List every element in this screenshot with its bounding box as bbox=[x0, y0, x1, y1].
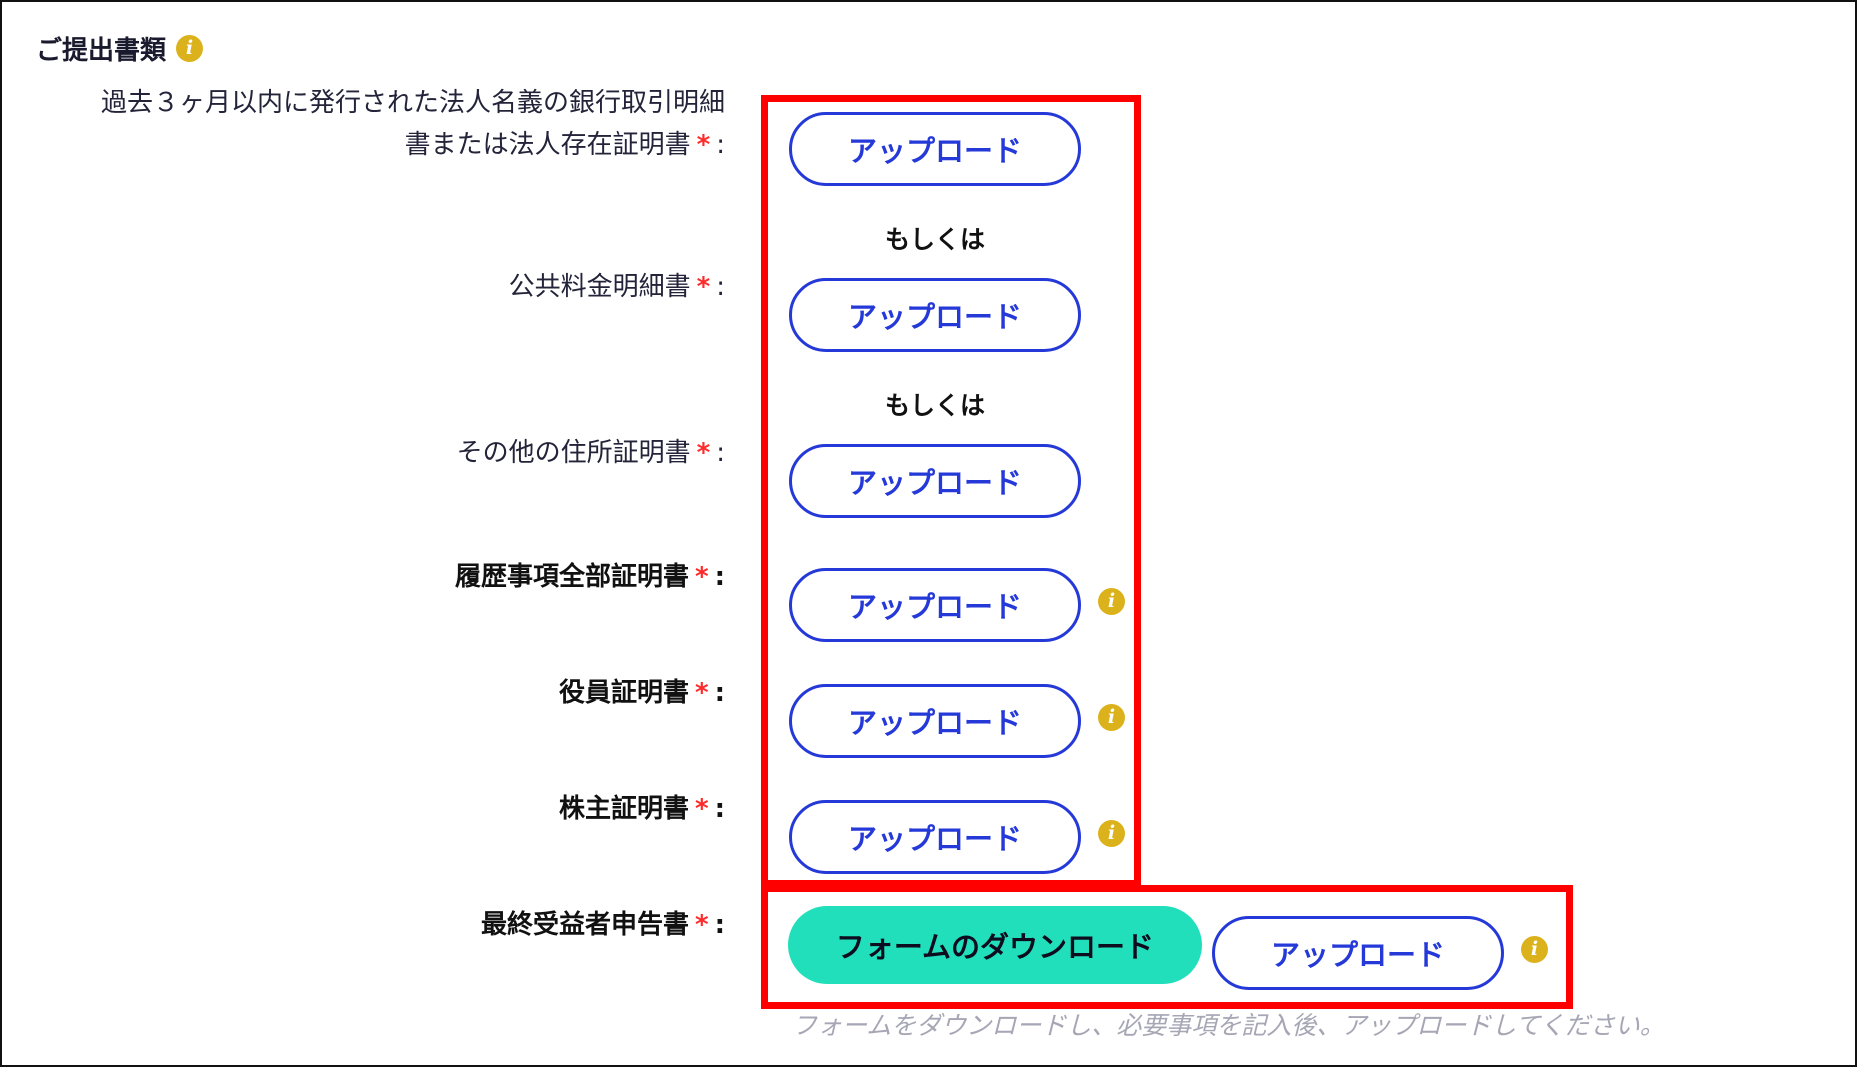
required-mark: * bbox=[694, 910, 709, 940]
label-colon: : bbox=[716, 130, 725, 160]
label-officer-certificate: 役員証明書 *: bbox=[559, 672, 725, 714]
label-registry-certificate: 履歴事項全部証明書 *: bbox=[455, 556, 725, 598]
label-colon: : bbox=[714, 910, 725, 940]
label-beneficial-owner-declaration-text: 最終受益者申告書 bbox=[480, 910, 689, 940]
label-beneficial-owner-declaration: 最終受益者申告書 *: bbox=[481, 904, 725, 946]
label-officer-certificate-text: 役員証明書 bbox=[558, 678, 689, 708]
required-mark: * bbox=[696, 438, 711, 468]
required-mark: * bbox=[694, 562, 709, 592]
label-other-address-proof: その他の住所証明書 *: bbox=[457, 432, 725, 474]
required-mark: * bbox=[694, 794, 709, 824]
label-colon: : bbox=[714, 562, 725, 592]
label-utility-bill: 公共料金明細書 *: bbox=[509, 266, 725, 308]
download-hint-text: フォームをダウンロードし、必要事項を記入後、アップロードしてください。 bbox=[792, 1011, 1665, 1040]
info-icon[interactable]: i bbox=[176, 35, 204, 62]
highlight-box-beneficial-owner-row bbox=[761, 885, 1573, 1009]
label-other-address-proof-text: その他の住所証明書 bbox=[456, 438, 691, 468]
label-bank-statement-line1: 過去３ヶ月以内に発行された法人名義の銀行取引明細 bbox=[100, 88, 725, 118]
required-mark: * bbox=[696, 272, 711, 302]
page-frame: ご提出書類 i 過去３ヶ月以内に発行された法人名義の銀行取引明細 書または法人存… bbox=[0, 0, 1857, 1067]
label-colon: : bbox=[714, 794, 725, 824]
highlight-box-upload-column bbox=[761, 95, 1141, 887]
required-mark: * bbox=[696, 130, 711, 160]
required-mark: * bbox=[694, 678, 709, 708]
label-utility-bill-text: 公共料金明細書 bbox=[508, 272, 691, 302]
section-title: ご提出書類 i bbox=[36, 30, 204, 67]
label-shareholder-certificate: 株主証明書 *: bbox=[559, 788, 725, 830]
label-bank-statement-line2: 書または法人存在証明書 bbox=[404, 130, 691, 160]
label-shareholder-certificate-text: 株主証明書 bbox=[558, 794, 689, 824]
label-bank-statement: 過去３ヶ月以内に発行された法人名義の銀行取引明細 書または法人存在証明書 *: bbox=[101, 82, 725, 166]
label-registry-certificate-text: 履歴事項全部証明書 bbox=[454, 562, 689, 592]
label-colon: : bbox=[716, 438, 725, 468]
section-title-text: ご提出書類 bbox=[36, 36, 167, 66]
label-colon: : bbox=[716, 272, 725, 302]
label-colon: : bbox=[714, 678, 725, 708]
